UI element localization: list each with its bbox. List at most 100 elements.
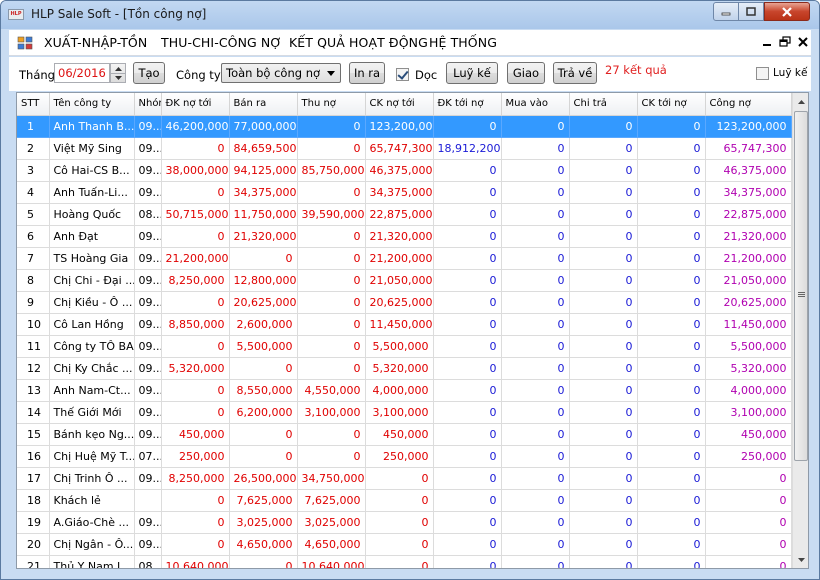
table-cell[interactable]: 0: [433, 533, 502, 556]
create-button[interactable]: Tạo: [133, 62, 165, 84]
table-cell[interactable]: 0: [569, 423, 638, 446]
table-cell[interactable]: 09...: [134, 313, 162, 336]
table-cell[interactable]: 22,875,000: [705, 203, 792, 226]
deliver-button[interactable]: Giao: [507, 62, 545, 84]
table-cell[interactable]: 0: [365, 467, 434, 490]
table-row[interactable]: 12 Chị Ky Chắc ... 09... 5,320,000 0 0 5,320,0…: [17, 357, 792, 380]
table-cell[interactable]: 0: [365, 489, 434, 512]
mdi-minimize-icon[interactable]: [760, 35, 774, 49]
table-cell[interactable]: 0: [637, 225, 706, 248]
table-cell[interactable]: 0: [501, 181, 570, 204]
table-cell[interactable]: 5,320,000: [705, 357, 792, 380]
table-cell[interactable]: 34,375,000: [365, 181, 434, 204]
table-cell[interactable]: 10: [17, 313, 50, 336]
spinner-up-icon[interactable]: [111, 64, 125, 73]
table-cell[interactable]: 0: [433, 379, 502, 402]
table-cell[interactable]: 0: [161, 533, 230, 556]
table-cell[interactable]: 21,320,000: [365, 225, 434, 248]
table-cell[interactable]: 09...: [134, 467, 162, 490]
table-row[interactable]: 5 Hoàng Quốc 08... 50,715,000 11,750,000 39,5…: [17, 203, 792, 226]
table-cell[interactable]: 21,050,000: [705, 269, 792, 292]
table-cell[interactable]: Hoàng Quốc: [49, 203, 135, 226]
table-cell[interactable]: 3: [17, 159, 50, 182]
table-cell[interactable]: 0: [501, 555, 570, 568]
column-header[interactable]: Chi trả: [569, 93, 638, 116]
table-cell[interactable]: 0: [501, 269, 570, 292]
table-cell[interactable]: 0: [637, 247, 706, 270]
table-cell[interactable]: 0: [569, 335, 638, 358]
table-cell[interactable]: 0: [433, 181, 502, 204]
table-cell[interactable]: 0: [229, 445, 298, 468]
table-cell[interactable]: 0: [365, 511, 434, 534]
table-cell[interactable]: 08...: [134, 203, 162, 226]
column-header[interactable]: ĐK tới nợ: [433, 93, 502, 116]
month-spinner[interactable]: [110, 63, 126, 83]
table-cell[interactable]: 450,000: [161, 423, 230, 446]
table-cell[interactable]: 0: [637, 511, 706, 534]
column-header[interactable]: Thu nợ: [297, 93, 366, 116]
table-cell[interactable]: Cô Hai-CS B...: [49, 159, 135, 182]
table-cell[interactable]: 09...: [134, 137, 162, 160]
table-cell[interactable]: 0: [433, 423, 502, 446]
table-cell[interactable]: 20,625,000: [229, 291, 298, 314]
table-cell[interactable]: 5,500,000: [365, 335, 434, 358]
table-cell[interactable]: 09...: [134, 401, 162, 424]
table-cell[interactable]: 08...: [134, 555, 162, 568]
table-cell[interactable]: 17: [17, 467, 50, 490]
table-cell[interactable]: 0: [501, 489, 570, 512]
table-cell[interactable]: 0: [501, 357, 570, 380]
table-cell[interactable]: 0: [501, 533, 570, 556]
table-cell[interactable]: 0: [569, 181, 638, 204]
column-header[interactable]: Công nợ: [705, 93, 792, 116]
table-cell[interactable]: 0: [297, 423, 366, 446]
table-cell[interactable]: 0: [161, 511, 230, 534]
scroll-thumb[interactable]: [794, 111, 808, 461]
table-cell[interactable]: 0: [433, 269, 502, 292]
table-cell[interactable]: 20,625,000: [705, 291, 792, 314]
table-cell[interactable]: 450,000: [705, 423, 792, 446]
table-row[interactable]: 21 Thủ Y Nam L... 08... 10,640,000 0 10,640,0…: [17, 555, 792, 568]
table-cell[interactable]: 0: [501, 203, 570, 226]
menu-he-thong[interactable]: HỆ THỐNG: [429, 35, 497, 50]
table-cell[interactable]: 0: [297, 225, 366, 248]
table-cell[interactable]: 09...: [134, 511, 162, 534]
table-cell[interactable]: 8,250,000: [161, 269, 230, 292]
column-header[interactable]: CK tới nợ: [637, 93, 706, 116]
table-cell[interactable]: Anh Tuấn-Li...: [49, 181, 135, 204]
table-cell[interactable]: 09...: [134, 159, 162, 182]
table-cell[interactable]: 7: [17, 247, 50, 270]
month-input[interactable]: 06/2016: [54, 63, 110, 83]
table-cell[interactable]: 0: [161, 379, 230, 402]
table-cell[interactable]: 0: [297, 115, 366, 138]
table-cell[interactable]: 4,650,000: [229, 533, 298, 556]
company-select[interactable]: Toàn bộ công nợ: [221, 63, 341, 83]
table-cell[interactable]: 21,200,000: [705, 247, 792, 270]
menu-xuat-nhap-ton[interactable]: XUẤT-NHẬP-TỒN: [44, 35, 147, 50]
table-cell[interactable]: Chị Chi - Đại ...: [49, 269, 135, 292]
table-cell[interactable]: 0: [433, 291, 502, 314]
table-cell[interactable]: 0: [433, 225, 502, 248]
scroll-down-icon[interactable]: [793, 551, 808, 568]
table-cell[interactable]: 0: [433, 313, 502, 336]
table-cell[interactable]: 21,320,000: [705, 225, 792, 248]
table-cell[interactable]: 0: [433, 203, 502, 226]
table-cell[interactable]: 0: [569, 159, 638, 182]
table-row[interactable]: 7 TS Hoàng Gia 09... 21,200,000 0 0 21,200,000…: [17, 247, 792, 270]
table-cell[interactable]: Công ty TÔ BA: [49, 335, 135, 358]
table-cell[interactable]: 21,200,000: [161, 247, 230, 270]
table-cell[interactable]: 46,375,000: [705, 159, 792, 182]
table-cell[interactable]: 0: [501, 423, 570, 446]
table-cell[interactable]: 0: [229, 555, 298, 568]
table-row[interactable]: 16 Chị Huệ Mỹ T... 07... 250,000 0 0 250,000 0 0…: [17, 445, 792, 468]
table-cell[interactable]: 7,625,000: [297, 489, 366, 512]
table-cell[interactable]: 250,000: [705, 445, 792, 468]
table-cell[interactable]: 0: [297, 137, 366, 160]
table-row[interactable]: 19 A.Giáo-Chè ... 09... 0 3,025,000 3,025,000…: [17, 511, 792, 534]
table-cell[interactable]: 0: [365, 533, 434, 556]
column-header[interactable]: Bán ra: [229, 93, 298, 116]
table-row[interactable]: 18 Khách lẻ 0 7,625,000 7,625,000 0 0 0 0 0 0: [17, 489, 792, 512]
table-row[interactable]: 4 Anh Tuấn-Li... 09... 0 34,375,000 0 34,375,0…: [17, 181, 792, 204]
table-cell[interactable]: 09...: [134, 115, 162, 138]
table-cell[interactable]: 09...: [134, 533, 162, 556]
table-cell[interactable]: 0: [501, 511, 570, 534]
